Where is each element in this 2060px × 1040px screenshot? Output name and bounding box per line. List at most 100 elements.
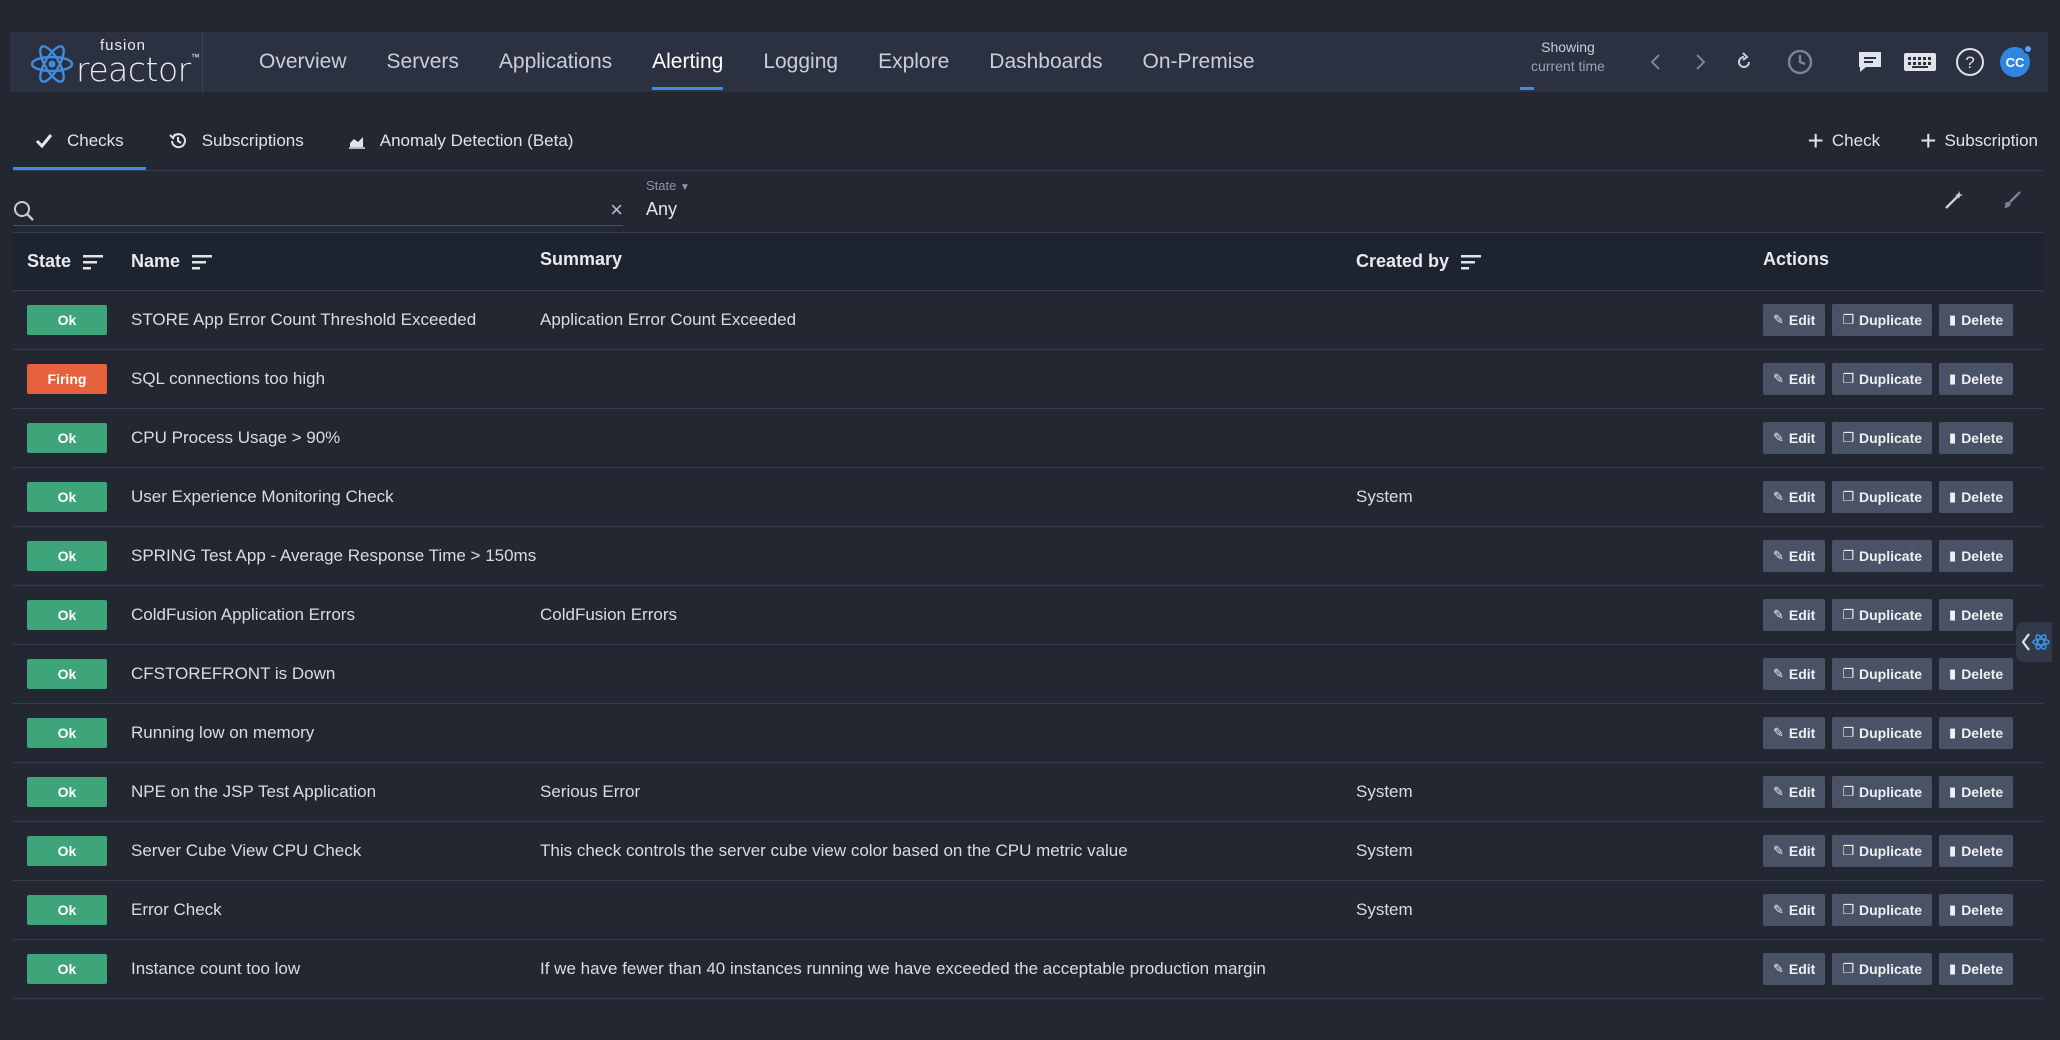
duplicate-button[interactable]: ❐ Duplicate <box>1832 599 1933 631</box>
name-cell[interactable]: Error Check <box>131 900 540 920</box>
nav-item-on-premise[interactable]: On-Premise <box>1123 32 1275 92</box>
keyboard-icon[interactable] <box>1898 40 1942 84</box>
duplicate-button[interactable]: ❐ Duplicate <box>1832 717 1933 749</box>
delete-button[interactable]: ▮ Delete <box>1939 422 2014 454</box>
edit-button[interactable]: ✎ Edit <box>1763 835 1826 867</box>
duplicate-button[interactable]: ❐ Duplicate <box>1832 363 1933 395</box>
delete-button[interactable]: ▮ Delete <box>1939 481 2014 513</box>
sort-icon[interactable] <box>192 254 213 270</box>
edit-button[interactable]: ✎ Edit <box>1763 717 1826 749</box>
delete-button[interactable]: ▮ Delete <box>1939 304 2014 336</box>
duplicate-button[interactable]: ❐ Duplicate <box>1832 835 1933 867</box>
header-state[interactable]: State <box>13 251 131 272</box>
nav-item-explore[interactable]: Explore <box>858 32 969 92</box>
chevron-right-icon[interactable] <box>1678 40 1722 84</box>
delete-button[interactable]: ▮ Delete <box>1939 658 2014 690</box>
edit-button[interactable]: ✎ Edit <box>1763 304 1826 336</box>
edit-button[interactable]: ✎ Edit <box>1763 658 1826 690</box>
table-row[interactable]: Ok ColdFusion Application Errors ColdFusio… <box>13 586 2043 645</box>
delete-button[interactable]: ▮ Delete <box>1939 540 2014 572</box>
duplicate-button[interactable]: ❐ Duplicate <box>1832 481 1933 513</box>
name-cell[interactable]: STORE App Error Count Threshold Exceeded <box>131 310 540 330</box>
table-row[interactable]: Ok SPRING Test App - Average Response Tim… <box>13 527 2043 586</box>
header-created-by[interactable]: Created by <box>1356 251 1763 272</box>
add-check-button[interactable]: + Check <box>1808 127 1881 155</box>
table-row[interactable]: Ok Instance count too low If we have fewer… <box>13 940 2043 999</box>
check-name: Instance count too low <box>131 959 301 978</box>
state-cell: Ok <box>13 954 131 984</box>
delete-button[interactable]: ▮ Delete <box>1939 776 2014 808</box>
header-name[interactable]: Name <box>131 251 540 272</box>
brush-icon[interactable] <box>2002 190 2022 215</box>
nav-item-dashboards[interactable]: Dashboards <box>969 32 1122 92</box>
delete-button[interactable]: ▮ Delete <box>1939 717 2014 749</box>
nav-item-alerting[interactable]: Alerting <box>632 32 743 92</box>
edit-button[interactable]: ✎ Edit <box>1763 953 1826 985</box>
edit-button[interactable]: ✎ Edit <box>1763 540 1826 572</box>
delete-button[interactable]: ▮ Delete <box>1939 363 2014 395</box>
duplicate-button[interactable]: ❐ Duplicate <box>1832 304 1933 336</box>
actions-cell: ✎ Edit ❐ Duplicate ▮ Delete <box>1763 304 2043 336</box>
edit-button[interactable]: ✎ Edit <box>1763 599 1826 631</box>
duplicate-button[interactable]: ❐ Duplicate <box>1832 540 1933 572</box>
name-cell[interactable]: NPE on the JSP Test Application <box>131 782 540 802</box>
duplicate-label: Duplicate <box>1859 489 1923 505</box>
state-filter-select[interactable]: State ▼ Any <box>646 178 690 220</box>
clock-icon[interactable] <box>1778 40 1822 84</box>
nav-item-overview[interactable]: Overview <box>239 32 367 92</box>
magic-wand-icon[interactable] <box>1944 190 1964 215</box>
clear-search-icon[interactable]: × <box>610 196 623 224</box>
tab-checks[interactable]: Checks <box>13 112 146 170</box>
nav-item-servers[interactable]: Servers <box>367 32 479 92</box>
table-row[interactable]: Ok Server Cube View CPU Check This check c… <box>13 822 2043 881</box>
table-row[interactable]: Ok CPU Process Usage > 90% ✎ Edit ❐ Duplicate… <box>13 409 2043 468</box>
table-row[interactable]: Ok NPE on the JSP Test Application Serious… <box>13 763 2043 822</box>
name-cell[interactable]: Server Cube View CPU Check <box>131 841 540 861</box>
time-showing[interactable]: Showing current time <box>1518 32 1618 92</box>
side-panel-toggle[interactable] <box>2016 622 2052 662</box>
edit-button[interactable]: ✎ Edit <box>1763 894 1826 926</box>
table-row[interactable]: Ok Error Check System ✎ Edit ❐ Duplicate ▮ Delet… <box>13 881 2043 940</box>
name-cell[interactable]: SQL connections too high <box>131 369 540 389</box>
table-row[interactable]: Ok Running low on memory ✎ Edit ❐ Duplicate ▮ D… <box>13 704 2043 763</box>
user-avatar[interactable]: CC <box>2000 44 2033 77</box>
sort-icon[interactable] <box>1461 254 1482 270</box>
nav-item-logging[interactable]: Logging <box>743 32 858 92</box>
edit-button[interactable]: ✎ Edit <box>1763 776 1826 808</box>
tab-anomaly-detection[interactable]: Anomaly Detection (Beta) <box>326 112 596 170</box>
name-cell[interactable]: Running low on memory <box>131 723 540 743</box>
table-row[interactable]: Firing SQL connections too high ✎ Edit ❐ Dupl… <box>13 350 2043 409</box>
duplicate-button[interactable]: ❐ Duplicate <box>1832 658 1933 690</box>
search-input[interactable] <box>47 196 607 224</box>
created-by-cell: System <box>1356 782 1763 802</box>
duplicate-button[interactable]: ❐ Duplicate <box>1832 422 1933 454</box>
name-cell[interactable]: SPRING Test App - Average Response Time … <box>131 546 540 566</box>
delete-button[interactable]: ▮ Delete <box>1939 953 2014 985</box>
name-cell[interactable]: CPU Process Usage > 90% <box>131 428 540 448</box>
edit-button[interactable]: ✎ Edit <box>1763 422 1826 454</box>
edit-button[interactable]: ✎ Edit <box>1763 481 1826 513</box>
edit-button[interactable]: ✎ Edit <box>1763 363 1826 395</box>
delete-button[interactable]: ▮ Delete <box>1939 835 2014 867</box>
duplicate-button[interactable]: ❐ Duplicate <box>1832 894 1933 926</box>
chevron-left-icon[interactable] <box>1634 40 1678 84</box>
table-row[interactable]: Ok STORE App Error Count Threshold Exceed… <box>13 291 2043 350</box>
delete-button[interactable]: ▮ Delete <box>1939 894 2014 926</box>
duplicate-button[interactable]: ❐ Duplicate <box>1832 953 1933 985</box>
fusionreactor-logo[interactable]: fusion reactor™ <box>10 32 203 92</box>
name-cell[interactable]: CFSTOREFRONT is Down <box>131 664 540 684</box>
help-icon[interactable]: ? <box>1948 40 1992 84</box>
refresh-icon[interactable] <box>1722 40 1766 84</box>
chat-icon[interactable] <box>1848 40 1892 84</box>
sort-icon[interactable] <box>83 254 104 270</box>
table-row[interactable]: Ok User Experience Monitoring Check System… <box>13 468 2043 527</box>
name-cell[interactable]: Instance count too low <box>131 959 540 979</box>
name-cell[interactable]: User Experience Monitoring Check <box>131 487 540 507</box>
tab-subscriptions[interactable]: Subscriptions <box>146 112 326 170</box>
delete-button[interactable]: ▮ Delete <box>1939 599 2014 631</box>
nav-item-applications[interactable]: Applications <box>479 32 632 92</box>
add-subscription-button[interactable]: + Subscription <box>1920 127 2038 155</box>
name-cell[interactable]: ColdFusion Application Errors <box>131 605 540 625</box>
duplicate-button[interactable]: ❐ Duplicate <box>1832 776 1933 808</box>
table-row[interactable]: Ok CFSTOREFRONT is Down ✎ Edit ❐ Duplicate ▮ De… <box>13 645 2043 704</box>
